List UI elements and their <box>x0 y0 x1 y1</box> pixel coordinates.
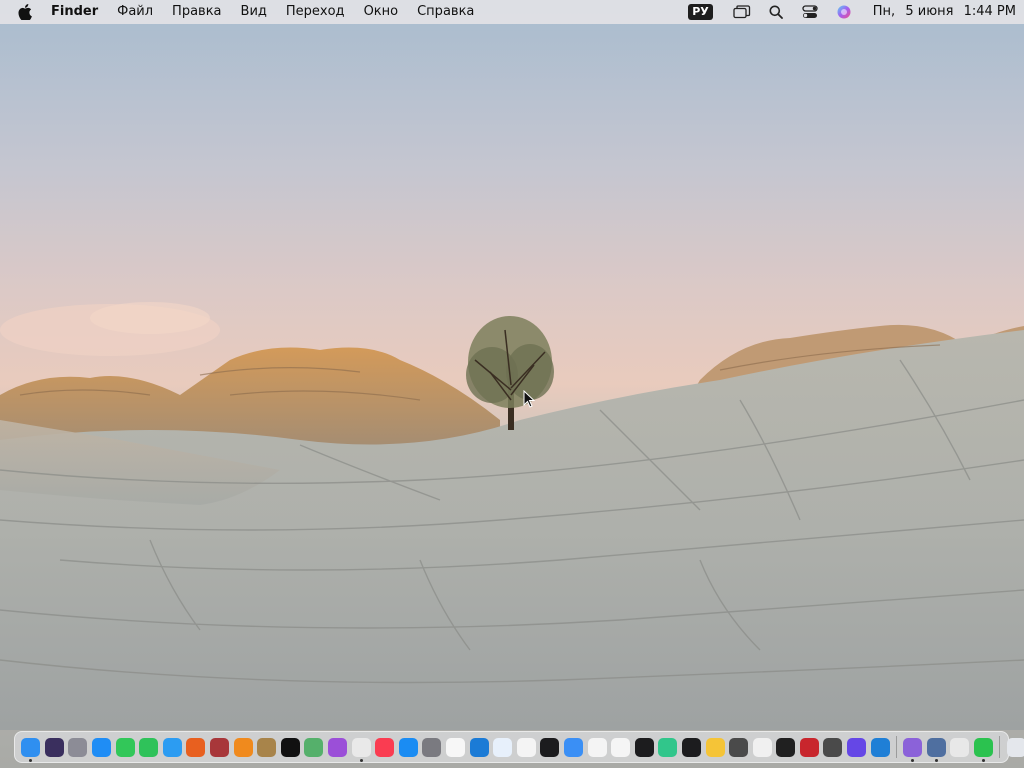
dock-onedrive-icon[interactable] <box>469 737 489 757</box>
dock-calendar-icon[interactable] <box>445 737 465 757</box>
dock-books-icon[interactable] <box>233 737 253 757</box>
dock-calculator-icon[interactable] <box>729 737 749 757</box>
menu-file[interactable]: Файл <box>117 0 153 24</box>
dock-find-my-icon[interactable] <box>658 737 678 757</box>
menu-edit[interactable]: Правка <box>172 0 221 24</box>
dock-launchpad-icon[interactable] <box>68 737 88 757</box>
window-stack-icon[interactable] <box>733 3 751 21</box>
search-icon[interactable] <box>767 3 785 21</box>
clock-day: Пн, <box>872 4 896 19</box>
dock-freeform-icon[interactable] <box>493 737 513 757</box>
dock-whatsapp-icon[interactable] <box>974 737 994 762</box>
dock-chrome-icon[interactable] <box>351 737 371 762</box>
dock-home-icon[interactable] <box>705 737 725 757</box>
menu-window[interactable]: Окно <box>364 0 399 24</box>
dock-launchpad-siri-icon[interactable] <box>44 737 64 757</box>
dock <box>14 731 1024 763</box>
menu-bar: Finder Файл Правка Вид Переход Окно Спра… <box>0 0 1024 24</box>
dock-separator <box>895 736 897 758</box>
dock-system-settings-icon[interactable] <box>422 737 442 757</box>
dock-finder-icon[interactable] <box>21 737 41 762</box>
menu-help[interactable]: Справка <box>417 0 474 24</box>
clock-date: 5 июня <box>905 4 954 19</box>
input-source-badge[interactable]: РУ <box>688 4 713 20</box>
dock-facetime-icon[interactable] <box>139 737 159 757</box>
dock-separator <box>999 736 1001 758</box>
dock-shortcuts-icon[interactable] <box>847 737 867 757</box>
menu-bar-left: Finder Файл Правка Вид Переход Окно Спра… <box>18 0 493 24</box>
clock-time: 1:44 PM <box>963 4 1016 19</box>
dock-voice-memos-icon[interactable] <box>540 737 560 757</box>
dock-clock-icon[interactable] <box>681 737 701 757</box>
dock-xcode-tools-icon[interactable] <box>926 737 946 762</box>
dock-vscode-icon[interactable] <box>870 737 890 757</box>
dock-safari-icon[interactable] <box>92 737 112 757</box>
dock-photos-icon[interactable] <box>516 737 536 757</box>
dock-stocks-icon[interactable] <box>634 737 654 757</box>
menu-app-name[interactable]: Finder <box>51 0 98 24</box>
dock-terminal-icon[interactable] <box>776 737 796 757</box>
mouse-cursor-icon <box>523 390 535 408</box>
menu-view[interactable]: Вид <box>241 0 267 24</box>
dock-firefox-icon[interactable] <box>186 737 206 757</box>
dock-reminders-icon[interactable] <box>587 737 607 757</box>
dock-podcasts-icon[interactable] <box>328 737 348 757</box>
dock-script-editor-icon[interactable] <box>823 737 843 757</box>
menu-bar-right: РУ Пн, 5 июня 1:44 PM <box>688 0 1016 24</box>
dock-downloads-stack-icon[interactable] <box>1006 737 1024 757</box>
siri-icon[interactable] <box>835 3 853 21</box>
menu-go[interactable]: Переход <box>286 0 345 24</box>
dock-music-icon[interactable] <box>375 737 395 757</box>
dock-maps-icon[interactable] <box>304 737 324 757</box>
cloud <box>90 302 210 334</box>
dock-record-icon[interactable] <box>950 737 970 757</box>
menu-bar-clock[interactable]: Пн, 5 июня 1:44 PM <box>873 0 1016 24</box>
dock-photo-booth-icon[interactable] <box>799 737 819 757</box>
dock-visual-studio-icon[interactable] <box>903 737 923 762</box>
wallpaper <box>0 302 1024 730</box>
dock-messages-icon[interactable] <box>115 737 135 757</box>
dock-app-store-icon[interactable] <box>398 737 418 757</box>
dock-mail-icon[interactable] <box>162 737 182 757</box>
dock-keynote-icon[interactable] <box>563 737 583 757</box>
desktop[interactable]: Finder Файл Правка Вид Переход Окно Спра… <box>0 0 1024 768</box>
dock-news-icon[interactable] <box>611 737 631 757</box>
dock-notes-brown-icon[interactable] <box>257 737 277 757</box>
dock-dictionary-icon[interactable] <box>210 737 230 757</box>
apple-icon[interactable] <box>18 3 34 21</box>
dock-textedit-icon[interactable] <box>752 737 772 757</box>
control-center-icon[interactable] <box>801 3 819 21</box>
dock-apple-tv-icon[interactable] <box>280 737 300 757</box>
